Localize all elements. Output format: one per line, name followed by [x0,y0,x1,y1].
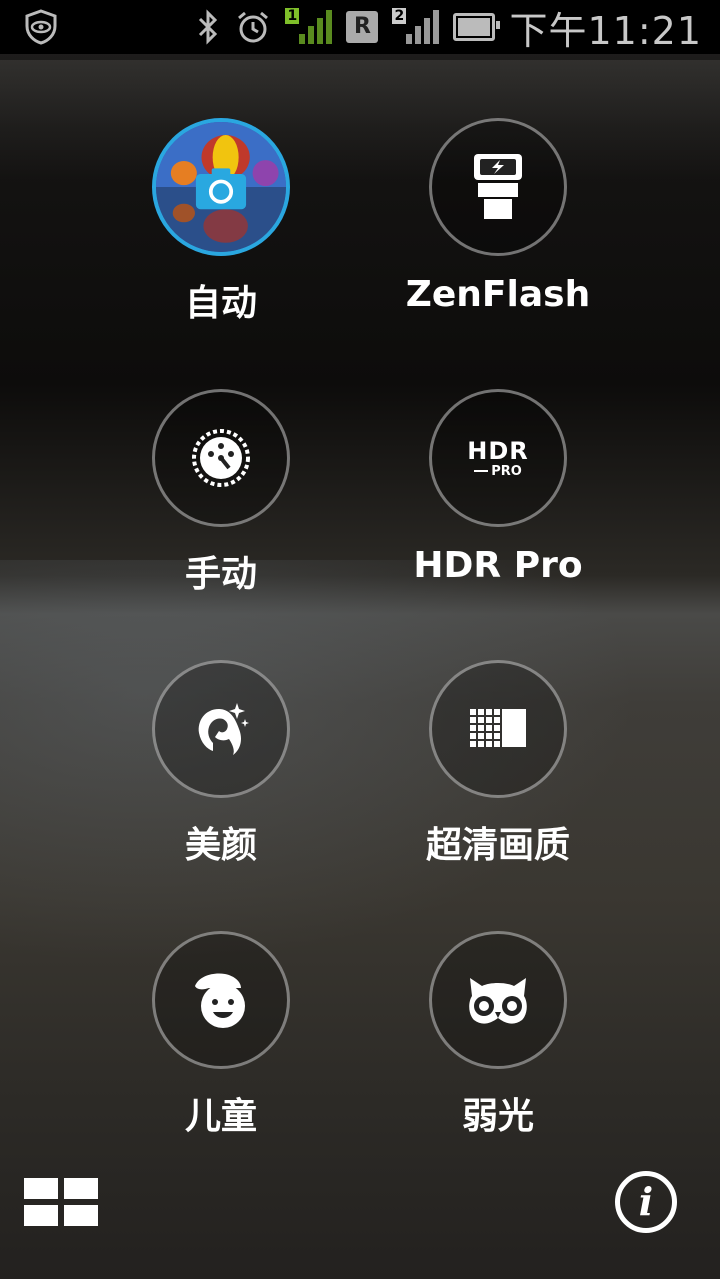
sim2-label: 2 [392,8,407,24]
mode-label: 超清画质 [425,825,570,866]
roaming-indicator: R [346,11,379,43]
mode-super-resolution[interactable]: 超清画质 [398,660,598,868]
mode-auto[interactable]: 自动 [121,118,321,326]
hdr-icon-text: HDR [467,436,529,465]
mode-label: 儿童 [184,1096,257,1137]
super-resolution-icon [470,709,526,747]
alarm-icon [238,11,269,43]
mode-label: ZenFlash [405,274,591,315]
children-mode-button[interactable] [152,931,290,1069]
auto-mode-button[interactable] [152,118,290,256]
low-light-mode-button[interactable] [429,931,567,1069]
mode-hdr-pro[interactable]: HDR PRO HDR Pro [398,389,598,586]
mode-low-light[interactable]: 弱光 [398,931,598,1139]
mode-label: 美颜 [184,825,257,866]
beautification-icon [198,703,249,755]
hdr-pro-mode-button[interactable]: HDR PRO [429,389,567,527]
background-mist [0,560,720,1010]
beautification-mode-button[interactable] [152,660,290,798]
signal-sim2-icon: 2 [392,8,440,44]
mode-children[interactable]: 儿童 [121,931,321,1139]
mode-manual[interactable]: 手动 [121,389,321,597]
bluetooth-icon [199,9,218,45]
manual-mode-button[interactable] [152,389,290,527]
mode-zenflash[interactable]: ZenFlash [398,118,598,315]
manual-dial-icon [192,429,250,487]
clock: 下午11:21 [509,8,702,53]
sim1-label: 1 [285,8,300,24]
pro-icon-text: PRO [491,463,522,479]
battery-icon [453,13,501,41]
mode-label: 手动 [184,554,257,595]
mode-label: 自动 [184,283,257,324]
mode-label: HDR Pro [413,545,583,586]
info-icon[interactable]: i [615,1171,677,1233]
super-resolution-mode-button[interactable] [429,660,567,798]
low-light-owl-icon [469,978,527,1024]
signal-sim1-icon: 1 [285,8,333,44]
zenflash-mode-button[interactable] [429,118,567,256]
status-bar: 1 R 2 下午11:21 [0,0,720,54]
mode-label: 弱光 [461,1096,534,1137]
children-icon [195,973,245,1028]
grid-icon[interactable] [24,1178,98,1228]
mode-beautification[interactable]: 美颜 [121,660,321,868]
flash-icon [474,154,522,219]
hdr-pro-icon: HDR PRO [467,439,529,478]
shield-eye-icon [25,9,57,45]
background-haze [0,60,720,180]
auto-camera-icon [156,122,286,252]
